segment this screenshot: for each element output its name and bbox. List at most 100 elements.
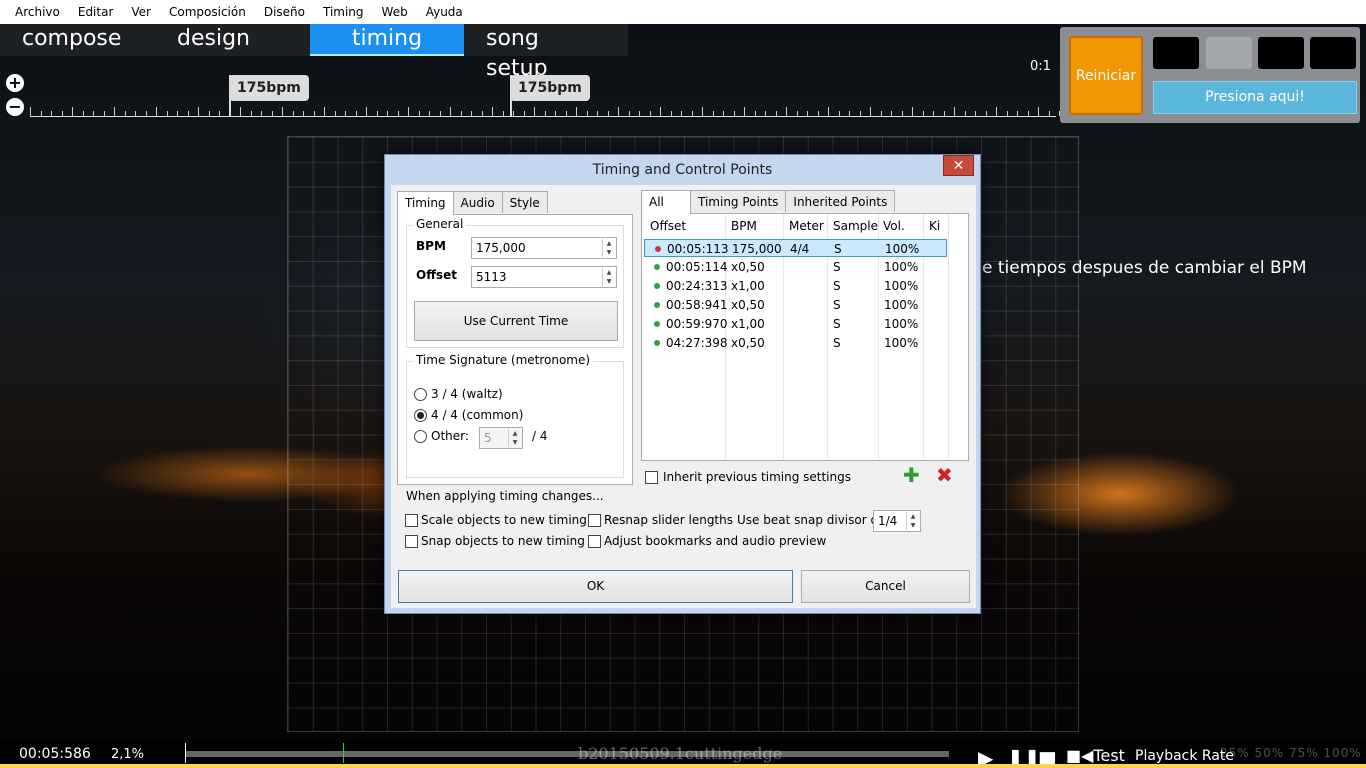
ruler-tick xyxy=(555,111,556,116)
ruler-tick xyxy=(712,111,714,116)
menu-ayuda[interactable]: Ayuda xyxy=(417,5,472,19)
ruler-tick xyxy=(943,111,945,116)
preview-slot[interactable] xyxy=(1258,37,1304,69)
tab-audio[interactable]: Audio xyxy=(452,191,503,213)
menu-web[interactable]: Web xyxy=(373,5,417,19)
menu-archivo[interactable]: Archivo xyxy=(6,5,69,19)
timing-point-row[interactable]: 04:27:398 x0,50 S 100% xyxy=(644,334,947,352)
column-header-meter[interactable]: Meter xyxy=(789,219,824,233)
menu-diseno[interactable]: Diseño xyxy=(255,5,314,19)
row-bpm: x1,00 xyxy=(731,317,765,331)
general-label: General xyxy=(413,217,467,231)
presiona-aqui-button[interactable]: Presiona aqui! xyxy=(1153,81,1357,114)
menu-timing[interactable]: Timing xyxy=(314,5,373,19)
scale-objects-checkbox[interactable] xyxy=(405,514,418,527)
tab-style[interactable]: Style xyxy=(501,191,548,213)
test-button[interactable]: ■◀Test xyxy=(1066,746,1125,765)
ruler-tick xyxy=(597,111,598,116)
ruler-tick xyxy=(250,111,252,116)
spinner-arrows-icon[interactable]: ▲ ▼ xyxy=(508,429,521,447)
delete-point-icon[interactable]: ✖ xyxy=(936,463,953,487)
zoom-in-icon[interactable]: + xyxy=(6,74,24,92)
radio-other[interactable] xyxy=(414,430,427,443)
timing-points-list[interactable]: Offset BPM Meter Sample Vol. Ki 00:05:11… xyxy=(641,213,969,461)
timeline-cursor xyxy=(185,743,186,763)
tab-song-setup[interactable]: song setup xyxy=(464,24,628,81)
ruler-tick xyxy=(534,107,535,116)
preview-slot[interactable] xyxy=(1310,37,1356,69)
preview-slot[interactable] xyxy=(1206,37,1252,69)
playback-rate-options[interactable]: 25% 50% 75% 100% xyxy=(1220,746,1362,760)
offset-input[interactable]: 5113 ▲ ▼ xyxy=(471,266,617,288)
inherit-checkbox[interactable] xyxy=(645,471,658,484)
bpm-marker[interactable]: 175bpm xyxy=(510,75,590,101)
column-header-vol[interactable]: Vol. xyxy=(883,219,905,233)
ruler-tick xyxy=(324,107,325,116)
cancel-button[interactable]: Cancel xyxy=(801,570,970,603)
row-bpm: x0,50 xyxy=(731,260,765,274)
row-sample: S xyxy=(833,298,841,312)
tab-inherited-points[interactable]: Inherited Points xyxy=(785,190,896,212)
timing-point-row[interactable]: 00:24:313 x1,00 S 100% xyxy=(644,277,947,295)
ruler-tick xyxy=(187,111,189,116)
tab-timing[interactable]: timing xyxy=(310,24,464,56)
ruler-tick xyxy=(523,111,525,116)
bottom-strip xyxy=(0,764,1366,768)
add-point-icon[interactable]: ✚ xyxy=(903,463,920,487)
ruler-tick xyxy=(481,111,483,116)
adjust-bookmarks-checkbox[interactable] xyxy=(588,535,601,548)
tab-timing-points[interactable]: Timing Points xyxy=(690,190,787,212)
other-meter-input[interactable]: 5 ▲ ▼ xyxy=(479,427,523,449)
timing-point-row[interactable]: 00:58:941 x0,50 S 100% xyxy=(644,296,947,314)
inherited-point-icon xyxy=(654,264,660,270)
ruler-tick xyxy=(838,111,840,116)
beat-snap-input[interactable]: 1/4 ▲ ▼ xyxy=(873,510,921,532)
tab-design[interactable]: design xyxy=(155,24,310,56)
resnap-sliders-checkbox[interactable] xyxy=(588,514,601,527)
use-current-time-button[interactable]: Use Current Time xyxy=(414,301,618,341)
right-tabs: All Timing Points Inherited Points xyxy=(641,190,896,214)
tab-timing-settings[interactable]: Timing xyxy=(397,191,454,215)
menu-editar[interactable]: Editar xyxy=(69,5,123,19)
current-time: 00:05:586 xyxy=(19,746,91,762)
bpm-marker[interactable]: 175bpm xyxy=(229,75,309,101)
waltz-label: 3 / 4 (waltz) xyxy=(431,387,503,401)
menu-ver[interactable]: Ver xyxy=(122,5,160,19)
spinner-arrows-icon[interactable]: ▲ ▼ xyxy=(906,512,919,530)
bpm-input[interactable]: 175,000 ▲ ▼ xyxy=(471,237,617,259)
ruler-tick xyxy=(786,107,787,116)
close-icon[interactable]: ✕ xyxy=(943,155,974,176)
ruler-tick xyxy=(30,107,31,116)
column-header-offset[interactable]: Offset xyxy=(650,219,686,233)
ruler-tick xyxy=(775,111,777,116)
ruler-tick xyxy=(303,111,304,116)
zoom-out-icon[interactable]: − xyxy=(6,98,24,116)
column-header-sample[interactable]: Sample xyxy=(833,219,878,233)
menu-composicion[interactable]: Composición xyxy=(160,5,255,19)
ruler-tick xyxy=(765,111,766,116)
tab-all[interactable]: All xyxy=(641,190,691,214)
ruler-tick xyxy=(93,111,94,116)
ruler-tick xyxy=(135,111,136,116)
row-offset: 00:24:313 xyxy=(666,279,728,293)
radio-waltz[interactable] xyxy=(414,388,427,401)
song-timeline[interactable] xyxy=(185,743,949,763)
reiniciar-button[interactable]: Reiniciar xyxy=(1069,36,1143,115)
timing-dialog: Timing and Control Points ✕ Timing Audio… xyxy=(384,154,981,614)
snap-objects-checkbox[interactable] xyxy=(405,535,418,548)
timing-point-row[interactable]: 00:05:113 175,000 4/4 S 100% xyxy=(644,239,947,257)
preview-slot[interactable] xyxy=(1153,37,1199,69)
radio-common[interactable] xyxy=(414,409,427,422)
ruler-tick xyxy=(145,111,147,116)
timing-point-row[interactable]: 00:05:114 x0,50 S 100% xyxy=(644,258,947,276)
column-header-ki[interactable]: Ki xyxy=(929,219,940,233)
timing-point-row[interactable]: 00:59:970 x1,00 S 100% xyxy=(644,315,947,333)
timeline-ruler[interactable] xyxy=(30,107,1071,117)
row-vol: 100% xyxy=(884,317,919,331)
tab-compose[interactable]: compose xyxy=(0,24,155,56)
spinner-arrows-icon[interactable]: ▲ ▼ xyxy=(602,268,615,286)
column-header-bpm[interactable]: BPM xyxy=(731,219,757,233)
ok-button[interactable]: OK xyxy=(398,570,793,603)
spinner-arrows-icon[interactable]: ▲ ▼ xyxy=(602,239,615,257)
ruler-tick xyxy=(156,107,157,116)
